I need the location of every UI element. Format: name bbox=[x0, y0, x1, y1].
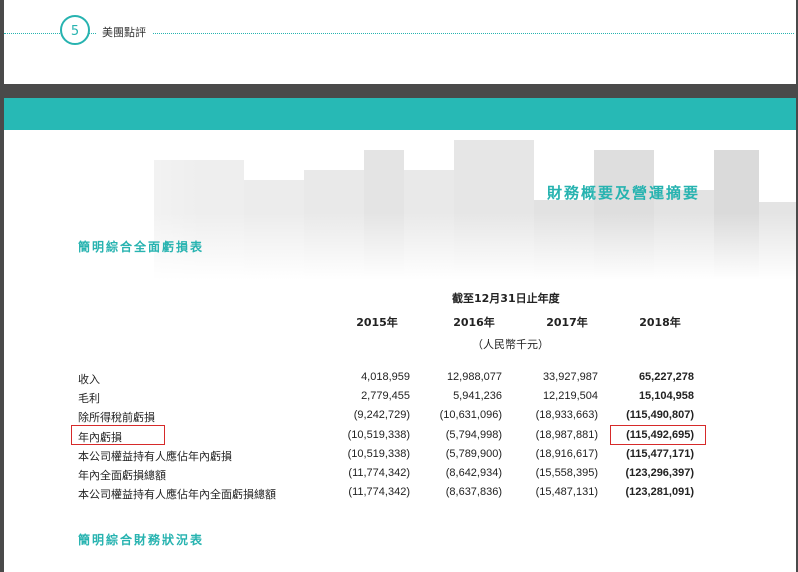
value-cell: (15,487,131) bbox=[535, 486, 598, 498]
report-heading: 財務概要及營運摘要 bbox=[546, 184, 700, 202]
value-cell: (18,933,663) bbox=[535, 409, 598, 421]
value-cell: (15,558,395) bbox=[535, 467, 598, 479]
value-cell: (123,281,091) bbox=[625, 486, 695, 498]
table-row: 本公司權益持有人應佔年內虧損 (10,519,338) (5,789,900) … bbox=[4, 448, 796, 467]
value-cell: 2,779,455 bbox=[361, 390, 410, 402]
value-cell: 65,227,278 bbox=[638, 371, 694, 383]
section-name: 美團點評 bbox=[96, 24, 152, 40]
value-cell: (10,519,338) bbox=[347, 448, 410, 460]
highlight-box-value bbox=[610, 425, 706, 445]
value-cell: (5,789,900) bbox=[445, 448, 502, 460]
row-label: 本公司權益持有人應佔年內虧損 bbox=[78, 450, 232, 463]
value-cell: (5,794,998) bbox=[445, 429, 502, 441]
city-skyline-graphic bbox=[4, 130, 796, 280]
table-row: 年內全面虧損總額 (11,774,342) (8,642,934) (15,55… bbox=[4, 467, 796, 486]
value-cell: 12,988,077 bbox=[446, 371, 502, 383]
row-label: 毛利 bbox=[78, 392, 100, 405]
value-cell: 12,219,504 bbox=[542, 390, 598, 402]
value-cell: 33,927,987 bbox=[542, 371, 598, 383]
value-cell: 4,018,959 bbox=[361, 371, 410, 383]
page-number-badge: 5 bbox=[60, 15, 90, 45]
row-label: 收入 bbox=[78, 373, 100, 386]
row-label: 年內全面虧損總額 bbox=[78, 469, 166, 482]
year-header: 2018年 bbox=[639, 316, 681, 329]
year-header: 2015年 bbox=[356, 316, 398, 329]
value-cell: (8,642,934) bbox=[445, 467, 502, 479]
value-cell: (9,242,729) bbox=[353, 409, 410, 421]
row-label: 除所得稅前虧損 bbox=[78, 411, 155, 424]
table-row: 毛利 2,779,455 5,941,236 12,219,504 15,104… bbox=[4, 390, 796, 409]
income-statement-title: 簡明綜合全面虧損表 bbox=[78, 240, 205, 254]
year-header: 2017年 bbox=[546, 316, 588, 329]
value-cell: (123,296,397) bbox=[625, 467, 695, 479]
table-row: 收入 4,018,959 12,988,077 33,927,987 65,22… bbox=[4, 371, 796, 390]
page-header-strip: 5 美團點評 bbox=[4, 0, 796, 84]
value-cell: (11,774,342) bbox=[348, 467, 410, 479]
value-cell: (18,987,881) bbox=[535, 429, 598, 441]
unit-label: （人民幣千元） bbox=[472, 338, 549, 351]
year-header: 2016年 bbox=[453, 316, 495, 329]
value-cell: 5,941,236 bbox=[453, 390, 502, 402]
header-band bbox=[4, 98, 796, 130]
document-page: 財務概要及營運摘要 簡明綜合全面虧損表 截至12月31日止年度 2015年 20… bbox=[4, 98, 796, 572]
period-label: 截至12月31日止年度 bbox=[452, 292, 560, 305]
highlight-box-label bbox=[71, 425, 165, 445]
value-cell: 15,104,958 bbox=[638, 390, 694, 402]
value-cell: (8,637,836) bbox=[445, 486, 502, 498]
value-cell: (18,916,617) bbox=[535, 448, 598, 460]
value-cell: (115,490,807) bbox=[626, 409, 694, 421]
row-label: 本公司權益持有人應佔年內全面虧損總額 bbox=[78, 488, 276, 501]
value-cell: (11,774,342) bbox=[348, 486, 410, 498]
financial-position-title: 簡明綜合財務狀況表 bbox=[78, 533, 205, 547]
value-cell: (10,519,338) bbox=[347, 429, 410, 441]
value-cell: (10,631,096) bbox=[439, 409, 502, 421]
value-cell: (115,477,171) bbox=[626, 448, 694, 460]
table-row: 本公司權益持有人應佔年內全面虧損總額 (11,774,342) (8,637,8… bbox=[4, 486, 796, 505]
